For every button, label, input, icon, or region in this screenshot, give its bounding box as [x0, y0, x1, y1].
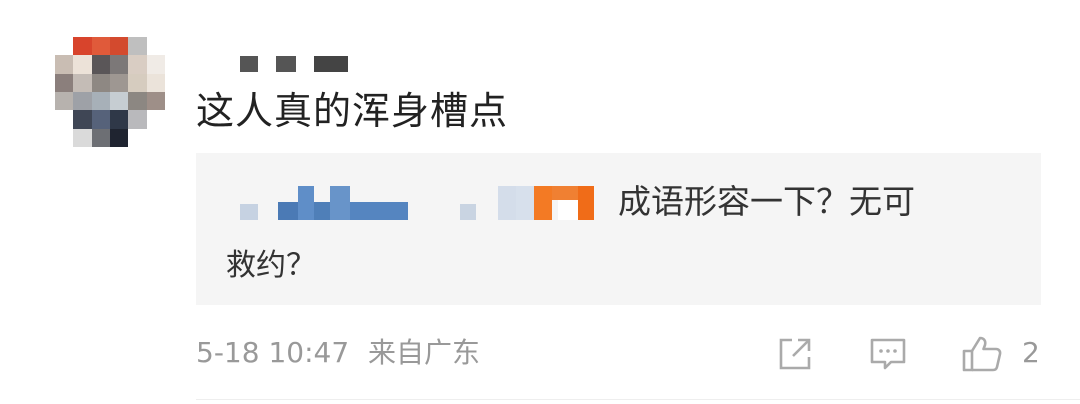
reply-box[interactable]: 成语形容一下？无可 救约？: [196, 153, 1041, 305]
thumbs-up-icon[interactable]: [960, 334, 1004, 374]
comment-meta: 5-18 10:47 来自广东: [196, 333, 480, 373]
comment-location: 来自广东: [368, 336, 481, 369]
reply-username-redacted[interactable]: [240, 186, 595, 222]
comment-text: 这人真的浑身槽点: [196, 89, 509, 133]
like-count: 2: [1022, 336, 1040, 369]
share-icon[interactable]: [775, 334, 815, 374]
reply-text-line2: 救约？: [226, 248, 316, 283]
avatar[interactable]: [55, 37, 165, 147]
comment-icon[interactable]: [868, 334, 908, 374]
reply-text-line1: 成语形容一下？无可: [618, 182, 915, 221]
username-redacted[interactable]: [240, 56, 348, 72]
comment-time: 5-18 10:47: [196, 336, 350, 369]
divider: [196, 399, 1080, 400]
